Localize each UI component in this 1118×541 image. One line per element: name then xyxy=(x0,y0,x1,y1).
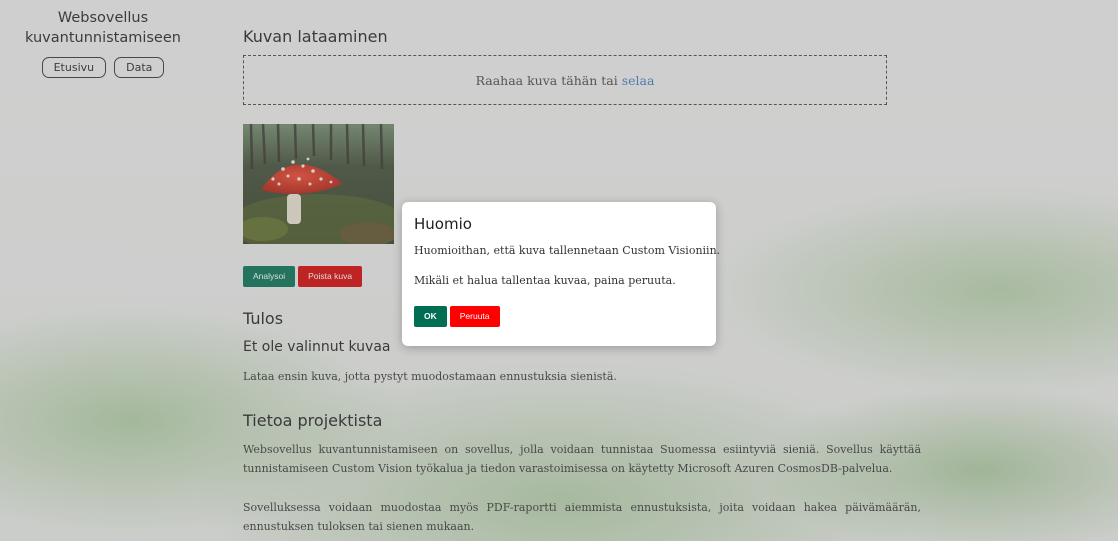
modal-message-2: Mikäli et halua tallentaa kuvaa, paina p… xyxy=(414,274,676,287)
confirm-modal: Huomio Huomioithan, että kuva tallenneta… xyxy=(402,202,720,346)
cancel-button[interactable]: Peruuta xyxy=(449,306,500,327)
ok-button[interactable]: OK xyxy=(414,306,447,327)
modal-buttons: OK Peruuta xyxy=(414,306,500,327)
modal-message-1: Huomioithan, että kuva tallennetaan Cust… xyxy=(414,244,721,257)
modal-title: Huomio xyxy=(414,215,472,233)
